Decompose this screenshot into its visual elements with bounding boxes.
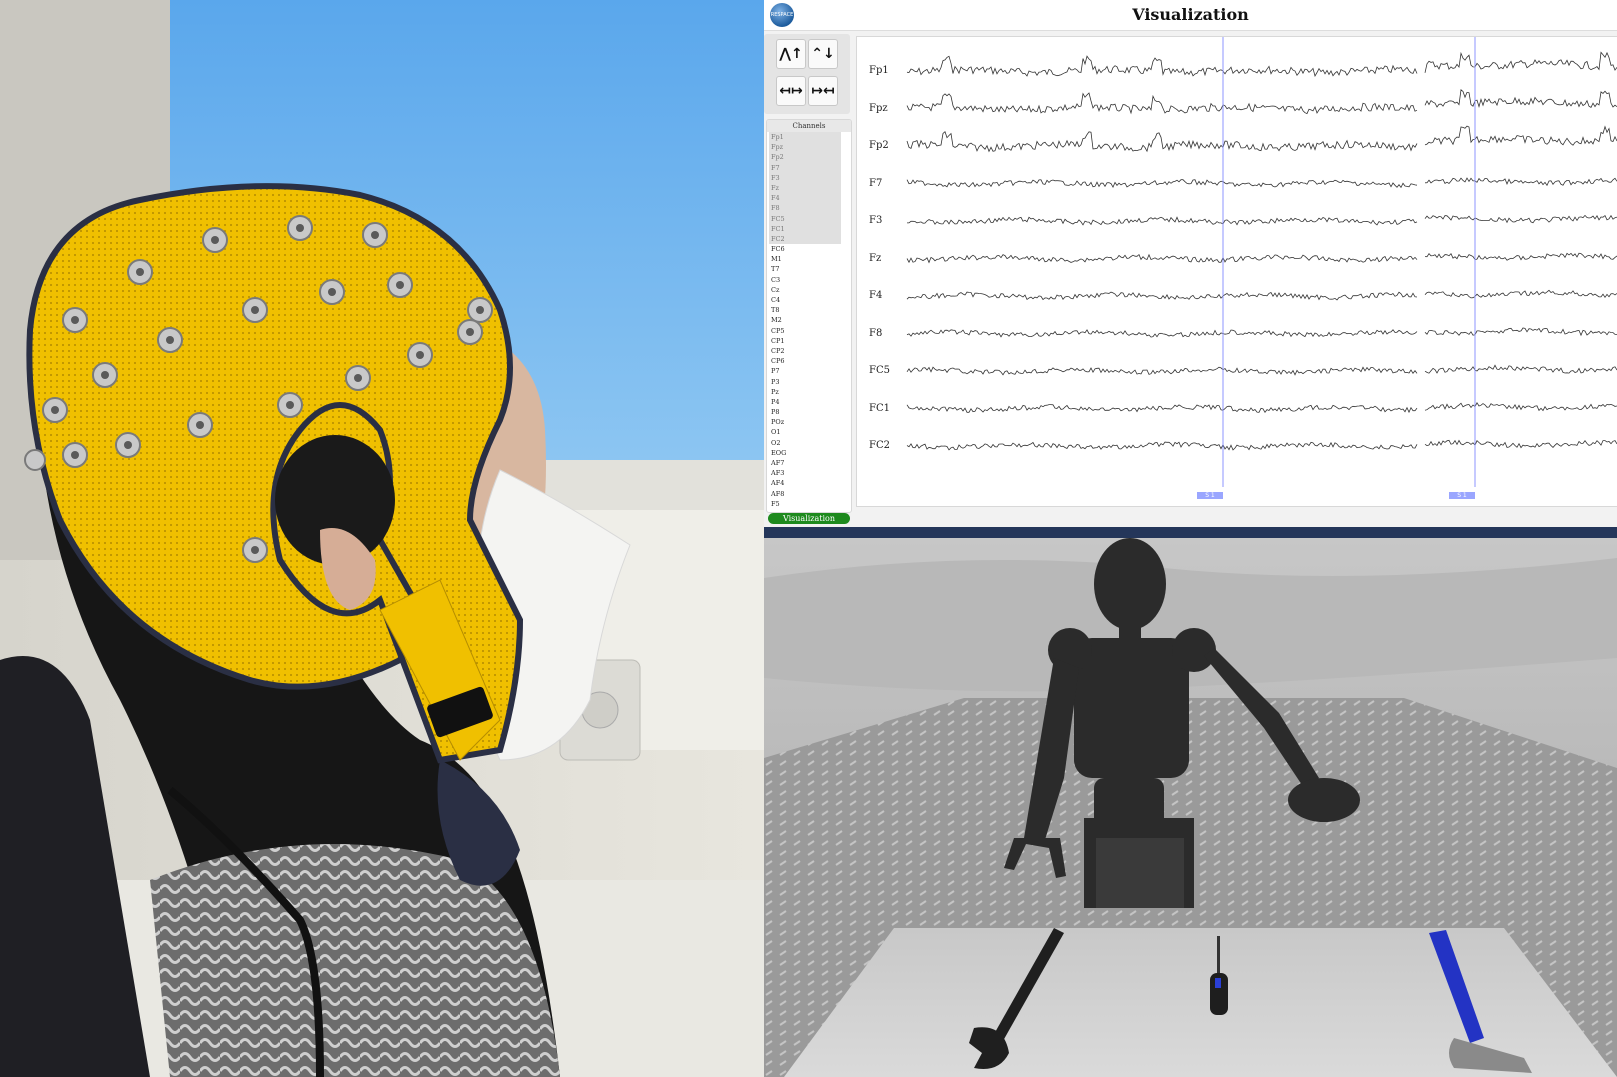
time-expand-button[interactable]: ↤↦ <box>776 76 806 106</box>
amplitude-decrease-button[interactable]: ⌃↓ <box>808 39 838 69</box>
channel-item[interactable]: CP2 <box>769 346 841 356</box>
channel-item[interactable]: Cz <box>769 285 841 295</box>
channel-item[interactable]: Pz <box>769 387 841 397</box>
robot-simulation-view <box>764 538 1617 1077</box>
channel-item[interactable]: P3 <box>769 377 841 387</box>
panel-divider <box>764 527 1617 538</box>
channel-item[interactable]: FC1 <box>769 223 841 234</box>
eeg-trace <box>1424 177 1617 187</box>
channel-item[interactable]: F5 <box>769 499 841 509</box>
amplitude-increase-button[interactable]: ⋀↑ <box>776 39 806 69</box>
time-compress-button[interactable]: ↦↤ <box>808 76 838 106</box>
app-header: RESPACE Visualization <box>764 0 1617 31</box>
channel-label: FC2 <box>869 440 890 451</box>
eeg-trace <box>1424 89 1617 109</box>
channels-title: Channels <box>767 120 851 132</box>
eeg-trace <box>906 329 1418 338</box>
eeg-participant-photo <box>0 0 764 1077</box>
channel-item[interactable]: F4 <box>769 193 841 204</box>
channel-label: FC5 <box>869 365 890 376</box>
channel-item[interactable]: FC2 <box>769 233 841 245</box>
eeg-trace <box>906 216 1418 226</box>
channel-item[interactable]: AF3 <box>769 468 841 478</box>
eeg-trace <box>1424 252 1617 261</box>
channel-label: F4 <box>869 290 883 301</box>
channel-item[interactable]: F3 <box>769 172 841 183</box>
channel-label: FC1 <box>869 402 890 414</box>
eeg-visualization-window: RESPACE Visualization ⋀↑ ⌃↓ ↤↦ ↦↤ Channe… <box>764 0 1617 527</box>
eeg-trace <box>1424 401 1617 412</box>
eeg-trace <box>906 291 1418 301</box>
eeg-trace <box>1424 364 1617 374</box>
scale-toolbar: ⋀↑ ⌃↓ ↤↦ ↦↤ <box>764 34 850 114</box>
channel-item[interactable]: FC6 <box>769 244 841 254</box>
channel-item[interactable]: Fp2 <box>769 152 841 163</box>
eeg-trace <box>906 441 1418 451</box>
channel-item[interactable]: F8 <box>769 203 841 214</box>
eeg-trace <box>906 253 1418 264</box>
eeg-trace <box>1424 327 1617 337</box>
channel-item[interactable]: CP5 <box>769 326 841 336</box>
channel-item[interactable]: T7 <box>769 264 841 274</box>
channel-label: F8 <box>869 327 883 339</box>
channel-item[interactable]: P4 <box>769 397 841 407</box>
eeg-trace <box>906 366 1418 376</box>
eeg-trace <box>1424 214 1617 224</box>
eeg-trace <box>906 92 1418 115</box>
channel-label: F7 <box>869 177 883 189</box>
channel-item[interactable]: C3 <box>769 275 841 285</box>
channel-item[interactable]: M2 <box>769 315 841 325</box>
channel-item[interactable]: P8 <box>769 407 841 417</box>
visualization-status-button[interactable]: Visualization <box>768 513 850 524</box>
event-marker-tag[interactable]: S 1 <box>1197 492 1223 499</box>
event-marker-tag[interactable]: S 1 <box>1449 492 1475 499</box>
eeg-trace <box>906 404 1418 414</box>
channel-item[interactable]: AF7 <box>769 458 841 468</box>
channel-list: Fp1 Fpz Fp2 F7 F3 Fz F4 F8 FC5 FC1 FC2 FC6 M1 T7 C3 Cz C… <box>767 132 851 509</box>
app-title: Visualization <box>1132 5 1249 24</box>
channel-item[interactable]: Fz <box>769 182 841 194</box>
channel-label: Fz <box>869 252 882 264</box>
channel-item[interactable]: C4 <box>769 295 841 305</box>
channel-item[interactable]: CP1 <box>769 336 841 346</box>
channel-item[interactable]: Fpz <box>769 142 841 153</box>
channel-item[interactable]: T8 <box>769 305 841 315</box>
channel-item[interactable]: CP6 <box>769 356 841 366</box>
channel-label: Fpz <box>869 102 888 114</box>
channel-item[interactable]: EOG <box>769 448 841 458</box>
channel-item[interactable]: AF8 <box>769 489 841 499</box>
channel-item[interactable]: Fp1 <box>769 132 841 143</box>
eeg-traces <box>906 37 1617 487</box>
channel-item[interactable]: M1 <box>769 254 841 264</box>
eeg-trace-plot: Fp1 Fpz Fp2 F7 F3 Fz F4 F8 FC5 FC1 FC2 S 1 S 1 <box>856 36 1617 507</box>
eeg-trace <box>1424 51 1617 73</box>
eeg-trace <box>906 55 1418 78</box>
eeg-trace <box>906 179 1418 189</box>
eeg-trace <box>1424 125 1617 146</box>
eeg-trace <box>1424 289 1617 299</box>
channel-item[interactable]: F7 <box>769 162 841 173</box>
eeg-trace <box>1424 439 1617 449</box>
channel-item[interactable]: P7 <box>769 366 841 376</box>
channel-item[interactable]: AF4 <box>769 478 841 488</box>
channel-label: F3 <box>869 215 883 226</box>
channel-item[interactable]: O2 <box>769 438 841 448</box>
eeg-trace <box>906 130 1418 153</box>
channel-item[interactable]: FC5 <box>769 213 841 224</box>
channel-item[interactable]: O1 <box>769 427 841 437</box>
channels-panel: Channels Fp1 Fpz Fp2 F7 F3 Fz F4 F8 FC5 FC1 FC2 FC6… <box>766 119 852 513</box>
channel-label: Fp1 <box>869 65 889 76</box>
channel-label: Fp2 <box>869 140 889 151</box>
channel-item[interactable]: POz <box>769 417 841 427</box>
